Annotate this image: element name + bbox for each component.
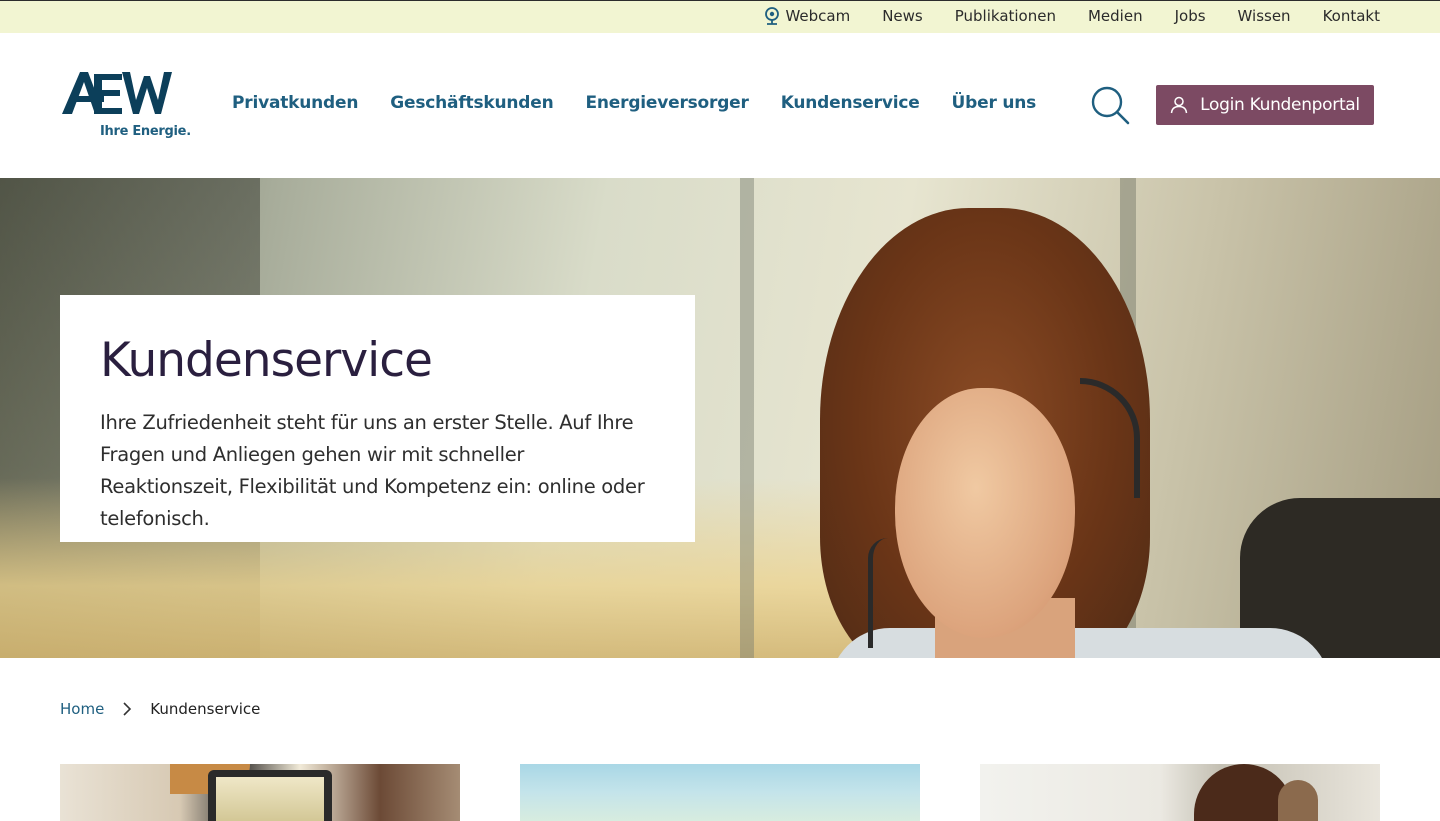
login-kundenportal-button[interactable]: Login Kundenportal [1156, 85, 1374, 125]
utility-link-jobs[interactable]: Jobs [1175, 7, 1206, 25]
hero-banner: Kundenservice Ihre Zufriedenheit steht f… [0, 178, 1440, 658]
breadcrumb-current: Kundenservice [150, 700, 261, 718]
site-header: Ihre Energie. Privatkunden Geschäftskund… [0, 33, 1440, 178]
chevron-right-icon [123, 702, 132, 716]
content-tile-image[interactable] [60, 764, 460, 821]
search-button[interactable] [1090, 86, 1130, 126]
utility-link-news[interactable]: News [882, 7, 923, 25]
breadcrumb: Home Kundenservice [60, 700, 260, 718]
nav-ueber-uns[interactable]: Über uns [952, 93, 1037, 113]
utility-link-kontakt[interactable]: Kontakt [1323, 7, 1380, 25]
tile-person-image [1278, 780, 1318, 821]
hero-card: Kundenservice Ihre Zufriedenheit steht f… [60, 295, 695, 542]
webcam-icon [765, 7, 780, 25]
utility-link-label: Webcam [785, 7, 851, 25]
nav-privatkunden[interactable]: Privatkunden [232, 93, 358, 113]
page-title: Kundenservice [100, 333, 433, 388]
utility-link-medien[interactable]: Medien [1088, 7, 1143, 25]
content-tile-image[interactable] [520, 764, 920, 821]
login-button-label: Login Kundenportal [1200, 95, 1360, 115]
logo-tagline: Ihre Energie. [100, 124, 191, 139]
hero-headset-mic [868, 538, 890, 648]
content-tile-image[interactable] [980, 764, 1380, 821]
utility-bar: Webcam News Publikationen Medien Jobs Wi… [0, 0, 1440, 33]
main-nav: Privatkunden Geschäftskunden Energievers… [232, 93, 1036, 113]
hero-intro-text: Ihre Zufriedenheit steht für uns an erst… [100, 411, 645, 530]
nav-energieversorger[interactable]: Energieversorger [585, 93, 748, 113]
aew-logo-mark [62, 72, 172, 114]
breadcrumb-home-link[interactable]: Home [60, 700, 104, 718]
utility-link-publikationen[interactable]: Publikationen [955, 7, 1056, 25]
hero-person-face [895, 388, 1075, 638]
nav-kundenservice[interactable]: Kundenservice [781, 93, 920, 113]
hero-person-shirt [830, 628, 1330, 658]
search-icon [1091, 86, 1130, 125]
hero-window-frame [740, 178, 754, 658]
aew-logo[interactable]: Ihre Energie. [60, 68, 191, 144]
laptop-screen-image [216, 777, 324, 821]
user-icon [1170, 96, 1188, 114]
nav-geschaeftskunden[interactable]: Geschäftskunden [390, 93, 553, 113]
utility-link-webcam[interactable]: Webcam [764, 7, 850, 25]
utility-nav: Webcam News Publikationen Medien Jobs Wi… [764, 7, 1380, 25]
utility-link-wissen[interactable]: Wissen [1238, 7, 1291, 25]
